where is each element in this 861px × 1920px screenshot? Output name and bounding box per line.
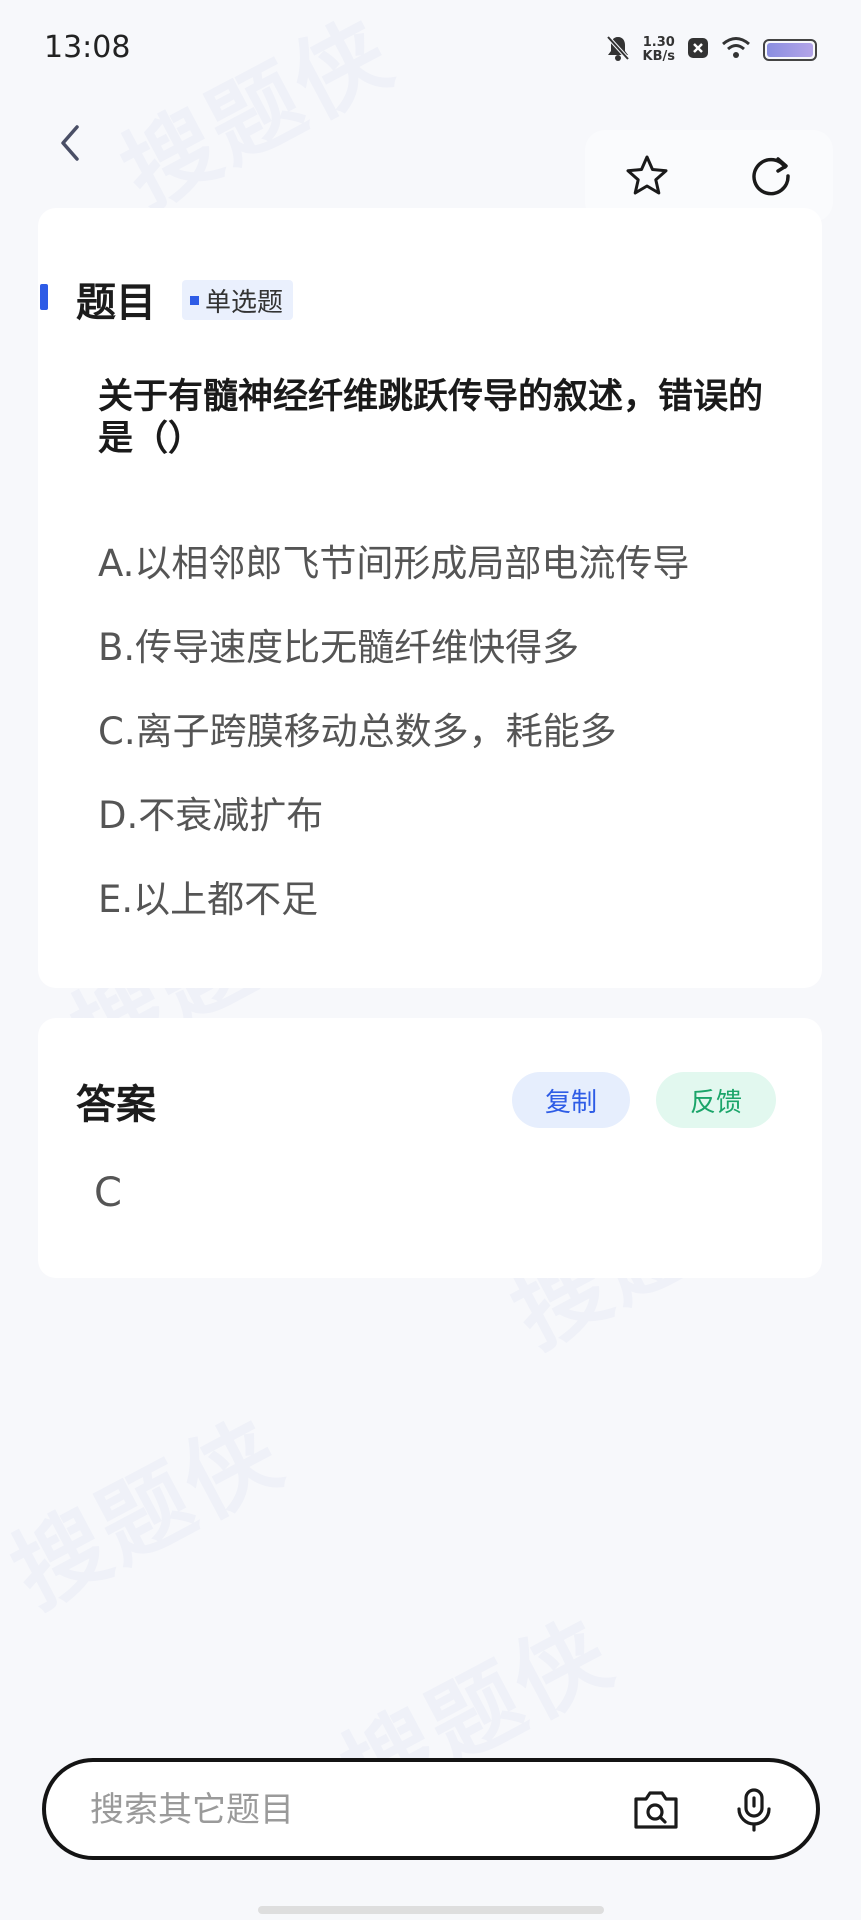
chevron-left-icon xyxy=(61,125,79,161)
option-b: B.传导速度比无髓纤维快得多 xyxy=(98,626,580,669)
network-speed: 1.30 KB/s xyxy=(642,35,675,64)
option-c: C.离子跨膜移动总数多，耗能多 xyxy=(98,710,617,753)
refresh-button[interactable] xyxy=(741,146,801,206)
bell-muted-icon xyxy=(605,34,631,66)
search-input[interactable] xyxy=(90,1786,590,1834)
microphone-icon xyxy=(737,1788,771,1832)
voice-search-button[interactable] xyxy=(726,1782,782,1838)
search-bar xyxy=(42,1758,820,1860)
battery-icon xyxy=(763,39,817,61)
favorite-button[interactable] xyxy=(617,146,677,206)
option-d: D.不衰减扩布 xyxy=(98,794,324,837)
back-button[interactable] xyxy=(48,118,92,168)
question-type-badge: 单选题 xyxy=(182,280,294,320)
camera-search-button[interactable] xyxy=(626,1782,686,1838)
option-a: A.以相邻郎飞节间形成局部电流传导 xyxy=(98,542,690,585)
watermark: 搜题侠 xyxy=(0,1398,301,1629)
section-accent-bar xyxy=(40,284,48,310)
answer-value: C xyxy=(94,1170,122,1216)
wifi-icon xyxy=(721,36,751,64)
refresh-icon xyxy=(752,157,790,196)
status-bar: 13:08 1.30 KB/s xyxy=(0,0,861,100)
answer-section-title: 答案 xyxy=(76,1082,156,1128)
camera-search-icon xyxy=(634,1791,678,1829)
copy-button[interactable]: 复制 xyxy=(512,1072,630,1128)
status-icons: 1.30 KB/s xyxy=(605,30,817,70)
question-section-title: 题目 xyxy=(76,280,156,326)
feedback-button[interactable]: 反馈 xyxy=(656,1072,776,1128)
star-icon xyxy=(626,155,668,195)
options-list: A.以相邻郎飞节间形成局部电流传导 B.传导速度比无髓纤维快得多 C.离子跨膜移… xyxy=(98,518,798,938)
option-e: E.以上都不足 xyxy=(98,878,319,921)
screen: 搜题侠 搜题侠 搜题侠 搜题侠 搜题侠 搜题侠 13:08 1.30 KB/s xyxy=(0,0,861,1920)
question-text: 关于有髓神经纤维跳跃传导的叙述，错误的是（） xyxy=(98,377,764,459)
answer-card xyxy=(38,1018,822,1278)
status-time: 13:08 xyxy=(44,30,131,65)
badge-dot xyxy=(190,295,199,305)
sim-blocked-icon xyxy=(687,37,709,63)
home-indicator[interactable] xyxy=(258,1906,604,1914)
